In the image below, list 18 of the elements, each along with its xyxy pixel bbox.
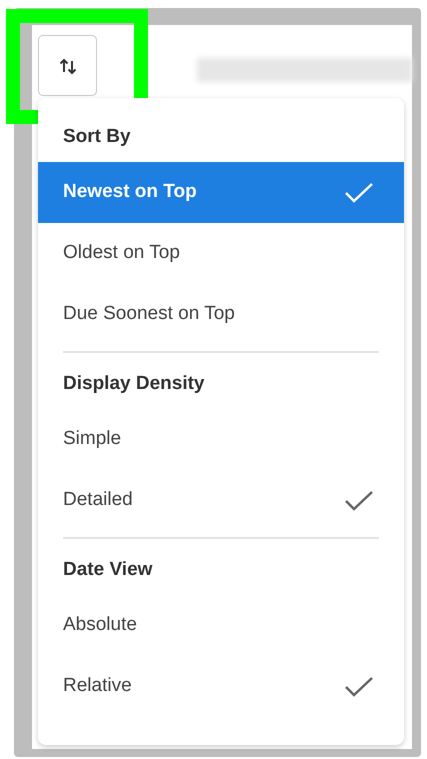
- section-header: Sort By: [62, 124, 132, 149]
- menu-item-label: Oldest on Top: [63, 241, 180, 266]
- menu-item[interactable]: Due Soonest on Top: [38, 284, 404, 345]
- menu-item-label: Simple: [63, 427, 122, 452]
- section-header: Date View: [62, 558, 154, 582]
- menu-item-label: Relative: [63, 674, 132, 698]
- menu-item[interactable]: Absolute: [38, 595, 404, 656]
- menu-item-label: Newest on Top: [63, 180, 197, 204]
- menu-item[interactable]: Simple: [38, 409, 404, 470]
- menu-item[interactable]: Detailed: [38, 470, 404, 531]
- menu-item[interactable]: Relative: [38, 656, 404, 717]
- sort-button[interactable]: [38, 35, 97, 96]
- menu-item[interactable]: Oldest on Top: [38, 223, 404, 284]
- section-header: Display Density: [62, 372, 206, 396]
- menu-item-label: Detailed: [63, 488, 133, 512]
- menu-item-label: Absolute: [63, 613, 137, 638]
- menu-item[interactable]: Newest on Top: [38, 162, 404, 223]
- menu-item-label: Due Soonest on Top: [63, 302, 235, 326]
